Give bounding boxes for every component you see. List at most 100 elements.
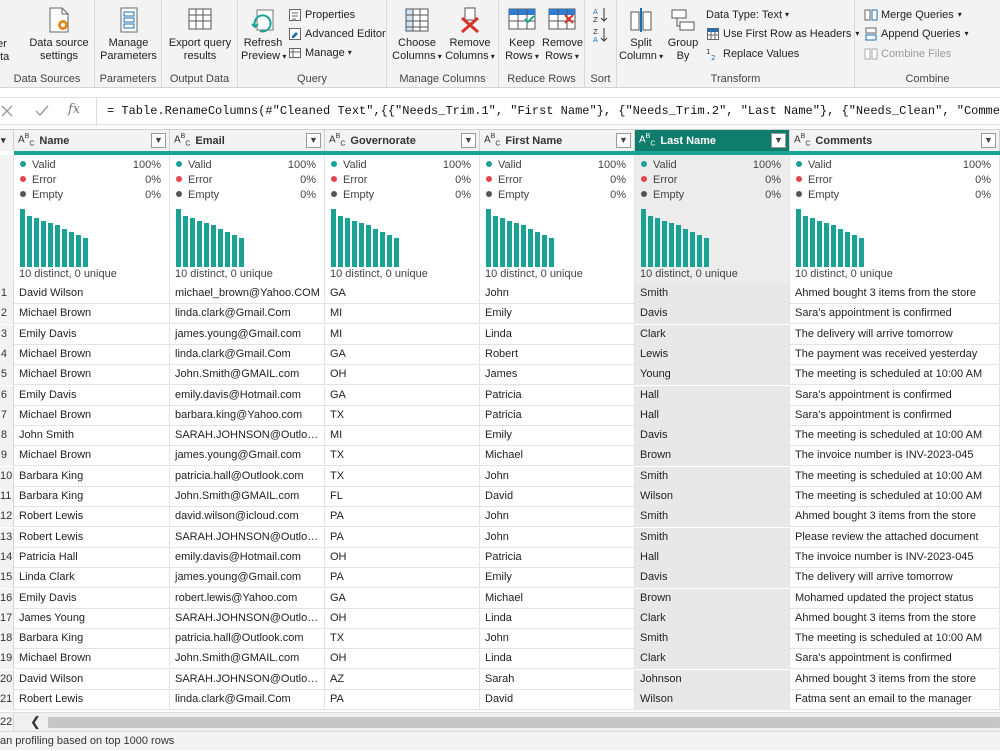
table-cell[interactable]: OH [325, 365, 480, 386]
column-header[interactable]: ABC First Name ▼ [480, 129, 635, 151]
distribution-bar[interactable] [331, 209, 336, 267]
distribution-bar[interactable] [845, 232, 850, 267]
table-cell[interactable]: The meeting is scheduled at 10:00 AM [790, 466, 1000, 487]
distribution-bar[interactable] [197, 221, 202, 267]
row-number[interactable]: 9 [0, 446, 14, 467]
table-cell[interactable]: Emily Davis [14, 324, 170, 345]
row-number[interactable]: 8 [0, 426, 14, 447]
distribution-bar[interactable] [669, 223, 674, 267]
choose-columns-button[interactable]: Choose Columns ▾ [391, 6, 443, 63]
table-cell[interactable]: SARAH.JOHNSON@Outlook.C... [170, 527, 325, 548]
table-cell[interactable]: Michael [480, 446, 635, 467]
table-cell[interactable]: Linda Clark [14, 568, 170, 589]
scroll-thumb[interactable] [48, 717, 1000, 728]
table-cell[interactable]: barbara.king@Yahoo.com [170, 405, 325, 426]
row-number[interactable]: 10 [0, 466, 14, 487]
distribution-bar[interactable] [655, 218, 660, 267]
table-cell[interactable]: Linda [480, 608, 635, 629]
replace-values-button[interactable]: 12 Replace Values [706, 45, 799, 62]
table-cell[interactable]: OH [325, 649, 480, 670]
distribution-bar[interactable] [394, 238, 399, 267]
table-cell[interactable]: patricia.hall@Outlook.com [170, 466, 325, 487]
sort-descending-button[interactable]: ZA [592, 26, 610, 48]
row-header-corner[interactable]: ▾ [0, 129, 14, 151]
text-type-icon[interactable]: ABC [18, 133, 34, 147]
distribution-bar[interactable] [838, 229, 843, 267]
distribution-bar[interactable] [48, 223, 53, 267]
distribution-bar[interactable] [500, 218, 505, 267]
table-cell[interactable]: Mohamed updated the project status [790, 588, 1000, 609]
table-cell[interactable]: Michael Brown [14, 649, 170, 670]
distribution-bar[interactable] [697, 235, 702, 267]
table-cell[interactable]: John.Smith@GMAIL.com [170, 365, 325, 386]
table-cell[interactable]: John [480, 507, 635, 528]
distribution-bar[interactable] [239, 238, 244, 267]
distribution-bar[interactable] [338, 216, 343, 267]
refresh-dropdown-icon[interactable]: ▾ [280, 52, 286, 61]
formula-input[interactable]: = Table.RenameColumns(#"Cleaned Text",{{… [96, 98, 1000, 126]
table-cell[interactable]: SARAH.JOHNSON@Outlook.C... [170, 608, 325, 629]
table-cell[interactable]: Sara's appointment is confirmed [790, 304, 1000, 325]
distribution-bar[interactable] [20, 209, 25, 267]
table-cell[interactable]: PA [325, 527, 480, 548]
table-cell[interactable]: Emily Davis [14, 385, 170, 406]
properties-button[interactable]: Properties [288, 6, 355, 23]
filter-dropdown-icon[interactable]: ▼ [151, 133, 166, 148]
table-cell[interactable]: The invoice number is INV-2023-045 [790, 547, 1000, 568]
row-number[interactable]: 20 [0, 669, 14, 690]
table-cell[interactable]: TX [325, 466, 480, 487]
distribution-bar[interactable] [852, 235, 857, 267]
distribution-bar[interactable] [796, 209, 801, 267]
table-cell[interactable]: Brown [635, 446, 790, 467]
column-header[interactable]: ABC Last Name ▼ [635, 129, 790, 151]
row-number[interactable]: 1 [0, 284, 14, 304]
distribution-bar[interactable] [493, 216, 498, 267]
table-cell[interactable]: Patricia [480, 405, 635, 426]
table-cell[interactable]: Smith [635, 284, 790, 304]
row-number[interactable]: 17 [0, 608, 14, 629]
filter-dropdown-icon[interactable]: ▼ [461, 133, 476, 148]
row-number[interactable]: 3 [0, 324, 14, 345]
distribution-bar[interactable] [690, 232, 695, 267]
table-cell[interactable]: James [480, 365, 635, 386]
distribution-bar[interactable] [232, 235, 237, 267]
distribution-bar[interactable] [704, 238, 709, 267]
table-cell[interactable]: Barbara King [14, 629, 170, 650]
distribution-bar[interactable] [225, 232, 230, 267]
table-cell[interactable]: Sara's appointment is confirmed [790, 385, 1000, 406]
cancel-icon[interactable] [0, 103, 16, 119]
row-number[interactable]: 2 [0, 304, 14, 325]
table-cell[interactable]: Linda [480, 324, 635, 345]
keep-rows-dropdown-icon[interactable]: ▾ [533, 52, 539, 61]
split-column-dropdown-icon[interactable]: ▾ [657, 52, 663, 61]
table-cell[interactable]: Davis [635, 426, 790, 447]
distribution-bar[interactable] [176, 209, 181, 267]
table-cell[interactable]: TX [325, 629, 480, 650]
table-cell[interactable]: PA [325, 568, 480, 589]
row-number[interactable]: 16 [0, 588, 14, 609]
table-cell[interactable]: Ahmed bought 3 items from the store [790, 507, 1000, 528]
table-cell[interactable]: John [480, 629, 635, 650]
distribution-bar[interactable] [27, 216, 32, 267]
distribution-bar[interactable] [69, 232, 74, 267]
distribution-bar[interactable] [352, 221, 357, 267]
horizontal-scrollbar[interactable]: 22 ❮ [0, 712, 1000, 731]
table-cell[interactable]: The meeting is scheduled at 10:00 AM [790, 487, 1000, 507]
table-cell[interactable]: Smith [635, 507, 790, 528]
filter-dropdown-icon[interactable]: ▼ [616, 133, 631, 148]
text-type-icon[interactable]: ABC [639, 133, 655, 147]
table-cell[interactable]: The delivery will arrive tomorrow [790, 568, 1000, 589]
data-source-settings-button[interactable]: Data source settings [28, 6, 90, 63]
distribution-bar[interactable] [817, 221, 822, 267]
table-cell[interactable]: Barbara King [14, 466, 170, 487]
table-cell[interactable]: linda.clark@Gmail.Com [170, 304, 325, 325]
table-cell[interactable]: GA [325, 344, 480, 365]
table-cell[interactable]: Michael Brown [14, 344, 170, 365]
table-cell[interactable]: Emily [480, 426, 635, 447]
table-cell[interactable]: Michael [480, 588, 635, 609]
table-cell[interactable]: GA [325, 284, 480, 304]
distribution-bar[interactable] [683, 229, 688, 267]
distribution-bar[interactable] [542, 235, 547, 267]
table-cell[interactable]: Lewis [635, 344, 790, 365]
table-cell[interactable]: GA [325, 588, 480, 609]
